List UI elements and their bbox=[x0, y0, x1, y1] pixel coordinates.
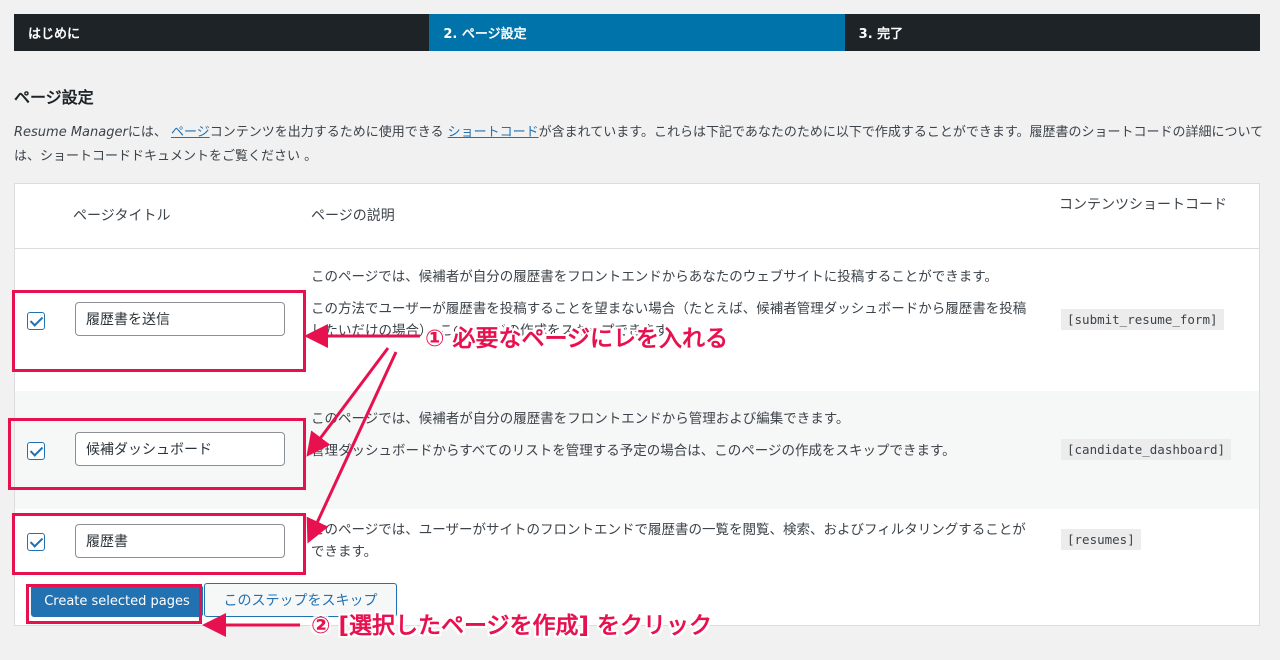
annotation-step-2: ② [選択したページを作成] をクリック bbox=[311, 613, 713, 639]
step-intro[interactable]: はじめに bbox=[14, 14, 430, 51]
table-header: ページタイトル ページの説明 コンテンツショートコード bbox=[15, 184, 1259, 249]
pages-link[interactable]: ページ bbox=[171, 125, 210, 140]
description-line: 管理ダッシュボードからすべてのリストを管理する予定の場合は、このページの作成をス… bbox=[311, 443, 956, 459]
setup-steps: はじめに 2. ページ設定 3. 完了 bbox=[14, 14, 1260, 51]
header-page-description: ページの説明 bbox=[311, 208, 395, 224]
description-line: このページでは、ユーザーがサイトのフロントエンドで履歴書の一覧を閲覧、検索、およ… bbox=[311, 522, 1026, 560]
description-line: このページでは、候補者が自分の履歴書をフロントエンドから管理および編集できます。 bbox=[311, 411, 850, 427]
shortcode-label: [submit_resume_form] bbox=[1061, 309, 1224, 330]
shortcode-label: [resumes] bbox=[1061, 529, 1141, 550]
step-page-setup[interactable]: 2. ページ設定 bbox=[429, 14, 845, 51]
intro-text: Resume Managerには、 ページコンテンツを出力するために使用できる … bbox=[14, 121, 1264, 169]
highlight-row-1 bbox=[12, 290, 306, 372]
highlight-create-button bbox=[26, 584, 202, 624]
intro-text-1: には、 bbox=[127, 125, 167, 140]
annotation-step-1: ① 必要なページにレを入れる bbox=[425, 326, 729, 352]
highlight-row-2 bbox=[8, 418, 306, 490]
shortcodes-link[interactable]: ショートコード bbox=[448, 125, 539, 140]
shortcode-label: [candidate_dashboard] bbox=[1061, 439, 1232, 460]
highlight-row-3 bbox=[12, 513, 306, 575]
page-title: ページ設定 bbox=[14, 88, 94, 107]
step-done[interactable]: 3. 完了 bbox=[844, 14, 1260, 51]
row-description: このページでは、ユーザーがサイトのフロントエンドで履歴書の一覧を閲覧、検索、およ… bbox=[311, 519, 1031, 573]
intro-text-2: コンテンツを出力するために使用できる bbox=[209, 125, 444, 140]
row-description: このページでは、候補者が自分の履歴書をフロントエンドから管理および編集できます。… bbox=[311, 408, 1031, 472]
product-name: Resume Manager bbox=[14, 125, 128, 140]
header-shortcode: コンテンツショートコード bbox=[1059, 197, 1227, 213]
description-line: このページでは、候補者が自分の履歴書をフロントエンドからあなたのウェブサイトに投… bbox=[311, 269, 998, 285]
header-page-title: ページタイトル bbox=[73, 208, 171, 224]
